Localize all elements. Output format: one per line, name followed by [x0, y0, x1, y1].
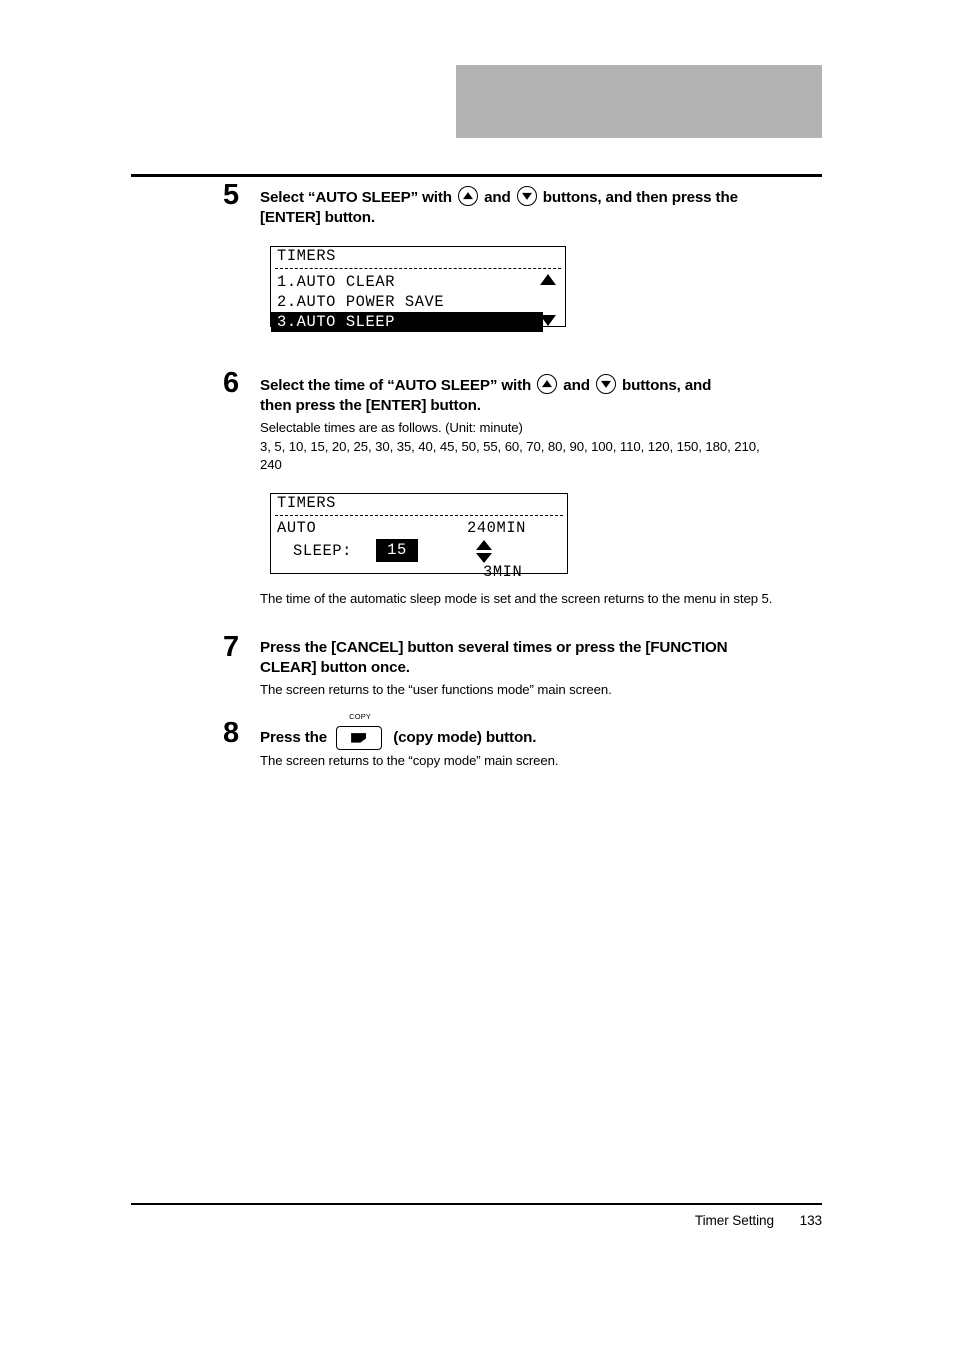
- step-7-title-line-2: CLEAR] button once.: [260, 658, 410, 676]
- lcd-menu-title: TIMERS: [277, 247, 337, 266]
- lcd-menu-item-auto-power-save[interactable]: 2.AUTO POWER SAVE: [271, 292, 565, 312]
- step-5-title-text-1: Select “AUTO SLEEP” with: [260, 189, 452, 206]
- arrow-down-button-icon: [516, 186, 537, 206]
- arrow-up-button-icon: [458, 186, 478, 206]
- step-5-title-text-2: buttons, and then press the: [542, 189, 738, 206]
- step-8-title-text-2: (copy mode) button.: [393, 729, 537, 747]
- arrow-down-button-icon: [595, 374, 616, 395]
- step-6-title: Select the time of “AUTO SLEEP” with and…: [260, 374, 822, 416]
- step-8: 8 Press the COPY (copy mode) button. The…: [131, 713, 822, 770]
- lcd-menu-item-label: 2.AUTO POWER SAVE: [277, 293, 445, 312]
- step-5-title: Select “AUTO SLEEP” with and buttons, an…: [260, 186, 822, 228]
- footer-divider-rule: [131, 1203, 822, 1205]
- step-6-body-line-2: 3, 5, 10, 15, 20, 25, 30, 35, 40, 45, 50…: [260, 438, 760, 454]
- step-8-title-text-1: Press the: [260, 729, 328, 747]
- footer: Timer Setting 133: [695, 1213, 822, 1228]
- lcd-value-current-value[interactable]: 15: [376, 539, 418, 563]
- step-7-title: Press the [CANCEL] button several times …: [260, 638, 822, 678]
- step-6-title-text-1: Select the time of “AUTO SLEEP” with: [260, 377, 532, 395]
- header-divider-rule: [131, 174, 822, 177]
- page-content: 5 Select “AUTO SLEEP” with and buttons, …: [131, 181, 822, 770]
- step-5: 5 Select “AUTO SLEEP” with and buttons, …: [131, 181, 822, 228]
- step-7-title-line-1: Press the [CANCEL] button several times …: [260, 638, 728, 656]
- lcd-menu-item-label: 3.AUTO SLEEP: [277, 313, 396, 332]
- lcd-value-title: TIMERS: [277, 494, 337, 513]
- step-8-body: The screen returns to the “copy mode” ma…: [260, 753, 559, 769]
- lcd-value-label-line-1: AUTO: [277, 519, 317, 538]
- step-6-result-note-wrapper: The time of the automatic sleep mode is …: [131, 590, 822, 608]
- value-adjust-double-arrow-icon: [475, 540, 493, 564]
- lcd-menu-item-auto-sleep[interactable]: 3.AUTO SLEEP: [271, 312, 543, 333]
- step-6-body: Selectable times are as follows. (Unit: …: [260, 419, 822, 474]
- lcd-menu-screen: TIMERS 1.AUTO CLEAR 2.AUTO POWER SAVE 3.…: [270, 246, 566, 333]
- step-6-result-note: The time of the automatic sleep mode is …: [260, 591, 773, 607]
- step-7: 7 Press the [CANCEL] button several time…: [131, 632, 822, 699]
- step-8-number: 8: [223, 717, 239, 750]
- step-6-body-line-1: Selectable times are as follows. (Unit: …: [260, 420, 523, 436]
- footer-section-title: Timer Setting: [694, 1213, 774, 1228]
- step-6-title-text-2: buttons, and: [622, 377, 712, 395]
- arrow-up-button-icon: [537, 374, 558, 395]
- step-6: 6 Select the time of “AUTO SLEEP” with a…: [131, 369, 822, 474]
- step-5-title-text-3: [ENTER] button.: [260, 209, 376, 227]
- lcd-value-separator: [275, 515, 563, 517]
- step-5-number: 5: [223, 179, 239, 211]
- scroll-up-triangle-icon: [540, 274, 556, 286]
- copy-key-label: COPY: [349, 712, 372, 722]
- adjust-up-triangle-icon: [476, 540, 492, 551]
- lcd-menu-separator: [275, 268, 561, 270]
- step-6-number: 6: [223, 367, 239, 400]
- step-8-title: Press the COPY (copy mode) button.: [260, 713, 822, 751]
- lcd-menu-item-auto-clear[interactable]: 1.AUTO CLEAR: [271, 272, 565, 292]
- step-6-title-text-3: then press the [ENTER] button.: [260, 397, 481, 415]
- footer-page-number: 133: [799, 1213, 822, 1228]
- copy-mode-key-icon: COPY: [336, 713, 384, 751]
- step-6-title-conjunction: and: [563, 377, 590, 395]
- lcd-value-max-label: 240MIN: [467, 519, 527, 538]
- lcd-value-screen: TIMERS AUTO SLEEP: 15 240MIN 3MIN: [270, 493, 568, 581]
- step-6-body-line-3: 240: [260, 456, 282, 472]
- adjust-down-triangle-icon: [476, 553, 492, 564]
- step-7-body: The screen returns to the “user function…: [260, 681, 612, 697]
- step-5-title-conjunction: and: [484, 189, 511, 206]
- lcd-value-min-label: 3MIN: [483, 563, 523, 582]
- lcd-value-label-line-2: SLEEP:: [293, 542, 353, 561]
- lcd-menu-item-label: 1.AUTO CLEAR: [277, 273, 396, 292]
- header-gray-band: [456, 65, 822, 138]
- scroll-down-triangle-icon: [540, 315, 556, 327]
- step-7-number: 7: [223, 630, 239, 663]
